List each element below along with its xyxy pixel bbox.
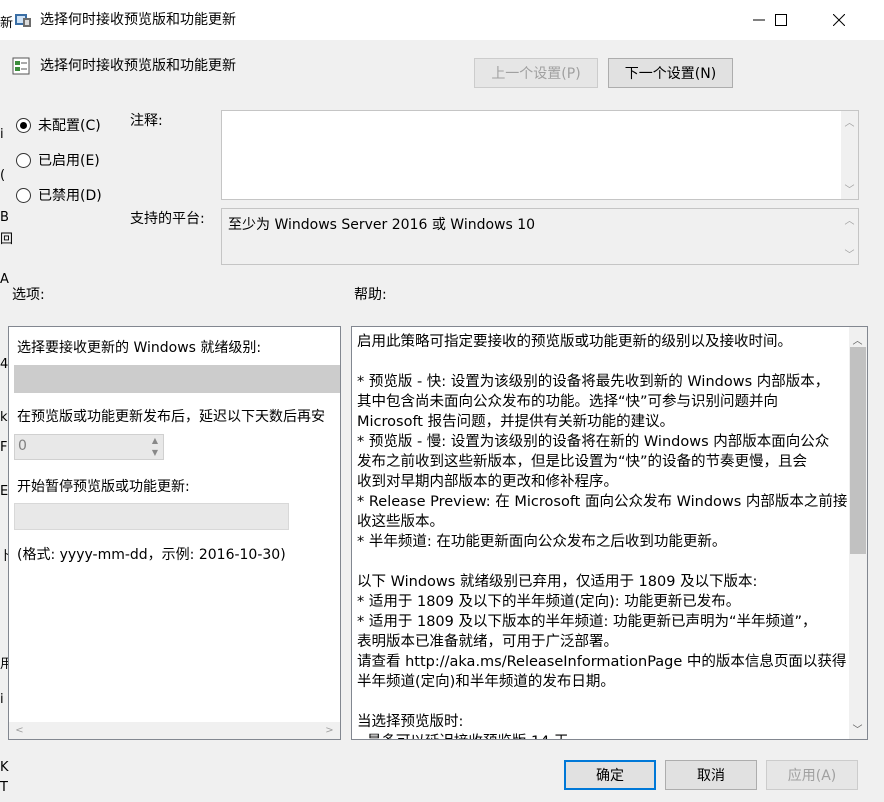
help-line: * 半年频道: 在功能更新面向公众发布之后收到功能更新。 bbox=[357, 534, 727, 550]
radio-enabled[interactable]: 已启用(E) bbox=[16, 150, 100, 170]
radio-disabled[interactable]: 已禁用(D) bbox=[16, 185, 102, 205]
spin-up-icon[interactable]: ▲ bbox=[147, 435, 163, 447]
scroll-right-icon[interactable]: > bbox=[321, 722, 338, 739]
radio-label: 未配置(C) bbox=[38, 118, 101, 134]
edge-char: i bbox=[0, 692, 4, 707]
readiness-dropdown[interactable] bbox=[14, 365, 340, 393]
title-bar: 选择何时接收预览版和功能更新 bbox=[0, 0, 884, 40]
platform-scrollbar[interactable]: ︿ ﹀ bbox=[841, 209, 858, 264]
help-line: 发布之前收到这些新版本，但是比设置为“快”的设备的节奏更慢，且会 bbox=[357, 454, 808, 470]
help-line: * 适用于 1809 及以下版本的半年频道: 功能更新已声明为“半年频道”， bbox=[357, 614, 817, 630]
options-hscrollbar[interactable]: < > bbox=[9, 722, 340, 739]
scroll-thumb[interactable] bbox=[850, 347, 866, 554]
help-line: 表明版本已准备就绪，可用于广泛部署。 bbox=[357, 634, 618, 650]
help-line: * 预览版 - 慢: 设置为该级别的设备将在新的 Windows 内部版本面向公… bbox=[357, 434, 830, 450]
radio-label: 已启用(E) bbox=[38, 153, 100, 169]
help-line: * 适用于 1809 及以下的半年频道(定向): 功能更新已发布。 bbox=[357, 594, 741, 610]
help-line: 启用此策略可指定要接收的预览版或功能更新的级别以及接收时间。 bbox=[357, 334, 792, 350]
radio-indicator bbox=[16, 117, 31, 133]
help-line: 以下 Windows 就绪级别已弃用，仅适用于 1809 及以下版本: bbox=[357, 574, 758, 590]
radio-indicator bbox=[16, 187, 31, 203]
help-line: - 最多可以延迟接收预览版 14 天。 bbox=[357, 730, 583, 739]
platform-value: 至少为 Windows Server 2016 或 Windows 10 bbox=[228, 217, 536, 233]
pause-date-input[interactable] bbox=[14, 503, 289, 530]
edge-char: i bbox=[0, 127, 4, 142]
scroll-up-icon[interactable]: ︿ bbox=[849, 331, 866, 348]
edge-char: k bbox=[0, 410, 8, 425]
edge-char: A bbox=[0, 272, 9, 287]
next-setting-button[interactable]: 下一个设置(N) bbox=[608, 58, 733, 88]
radio-label: 已禁用(D) bbox=[38, 188, 102, 204]
pause-label: 开始暂停预览版或功能更新: bbox=[17, 479, 190, 495]
scroll-down-icon[interactable]: ﹀ bbox=[849, 720, 866, 737]
previous-setting-button[interactable]: 上一个设置(P) bbox=[474, 58, 598, 88]
defer-days-label: 在预览版或功能更新发布后，延迟以下天数后再安 bbox=[17, 409, 325, 425]
radio-indicator bbox=[16, 152, 31, 168]
platform-field: 至少为 Windows Server 2016 或 Windows 10 ︿ ﹀ bbox=[221, 208, 859, 265]
help-line: * Release Preview: 在 Microsoft 面向公众发布 Wi… bbox=[357, 494, 848, 510]
edge-char: T bbox=[0, 780, 8, 795]
edge-char: B bbox=[0, 210, 9, 225]
help-line: 半年频道(定向)和半年频道的发布日期。 bbox=[357, 674, 615, 690]
comment-label: 注释: bbox=[130, 113, 163, 129]
help-scrollbar[interactable]: ︿ ﹀ bbox=[849, 327, 867, 739]
edge-char: F bbox=[0, 440, 8, 455]
scroll-down-icon[interactable]: ﹀ bbox=[841, 180, 858, 197]
help-line: 收这些版本。 bbox=[357, 514, 444, 530]
radio-not-configured[interactable]: 未配置(C) bbox=[16, 115, 101, 135]
spin-down-icon[interactable]: ▼ bbox=[147, 447, 163, 459]
help-line: 其中包含尚未面向公众发布的功能。选择“快”可参与识别问题并向 bbox=[357, 394, 779, 410]
scroll-up-icon[interactable]: ︿ bbox=[841, 211, 858, 228]
help-line: * 预览版 - 快: 设置为该级别的设备将最先收到新的 Windows 内部版本… bbox=[357, 374, 830, 390]
close-icon bbox=[833, 14, 845, 26]
maximize-button[interactable] bbox=[758, 0, 804, 40]
edge-char: ( bbox=[0, 168, 6, 183]
window-title: 选择何时接收预览版和功能更新 bbox=[40, 12, 236, 28]
edge-char: E bbox=[0, 484, 9, 499]
edge-char: 回 bbox=[0, 232, 14, 247]
policy-setting-icon bbox=[12, 57, 30, 75]
scroll-up-icon[interactable]: ︿ bbox=[841, 113, 858, 130]
scroll-left-icon[interactable]: < bbox=[11, 722, 28, 739]
platform-label: 支持的平台: bbox=[130, 211, 205, 227]
date-format-hint: (格式: yyyy-mm-dd，示例: 2016-10-30) bbox=[17, 547, 286, 563]
cancel-button[interactable]: 取消 bbox=[665, 760, 757, 790]
edge-char: K bbox=[0, 760, 9, 775]
ok-button[interactable]: 确定 bbox=[564, 760, 656, 790]
policy-title: 选择何时接收预览版和功能更新 bbox=[40, 58, 236, 74]
options-panel: 选择要接收更新的 Windows 就绪级别: 在预览版或功能更新发布后，延迟以下… bbox=[8, 326, 341, 740]
defer-days-value: 0 bbox=[18, 438, 27, 454]
help-panel: 启用此策略可指定要接收的预览版或功能更新的级别以及接收时间。 * 预览版 - 快:… bbox=[351, 326, 868, 740]
help-line: 收到对早期内部版本的更改和修补程序。 bbox=[357, 474, 618, 490]
options-label: 选项: bbox=[12, 287, 45, 303]
scroll-down-icon[interactable]: ﹀ bbox=[841, 245, 858, 262]
comment-textarea[interactable]: ︿ ﹀ bbox=[221, 110, 859, 200]
help-line: 请查看 http://aka.ms/ReleaseInformationPage… bbox=[357, 654, 847, 670]
help-line: 当选择预览版时: bbox=[357, 714, 464, 730]
apply-button[interactable]: 应用(A) bbox=[766, 760, 858, 790]
edge-char: 新 bbox=[0, 16, 14, 31]
group-policy-icon bbox=[15, 14, 31, 27]
maximize-icon bbox=[775, 14, 787, 26]
help-label: 帮助: bbox=[354, 287, 387, 303]
comment-scrollbar[interactable]: ︿ ﹀ bbox=[841, 111, 858, 199]
help-line: Microsoft 报告问题，并提供有关新功能的建议。 bbox=[357, 414, 675, 430]
readiness-label: 选择要接收更新的 Windows 就绪级别: bbox=[17, 340, 262, 356]
close-button[interactable] bbox=[816, 0, 862, 40]
defer-days-spinbox[interactable]: 0 ▲ ▼ bbox=[14, 434, 164, 460]
